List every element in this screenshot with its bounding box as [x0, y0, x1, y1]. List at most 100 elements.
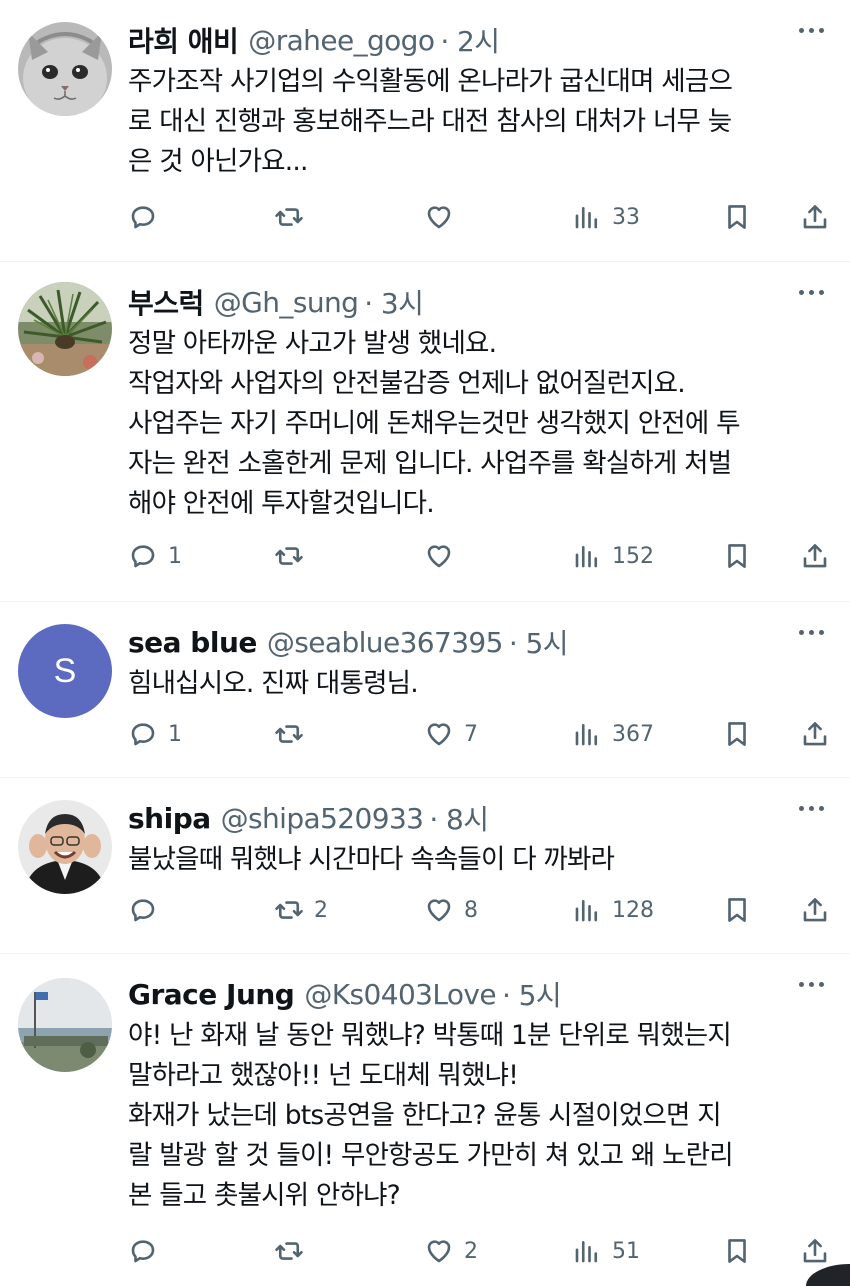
share-button[interactable]	[800, 536, 830, 576]
like-button[interactable]: 7	[424, 714, 478, 754]
seaside-flag-avatar-image	[18, 978, 112, 1072]
avatar[interactable]	[18, 282, 112, 376]
timestamp[interactable]: · 8시	[429, 798, 489, 838]
bookmark-button[interactable]	[722, 536, 752, 576]
reply-button[interactable]	[128, 1231, 168, 1271]
bookmark-button[interactable]	[722, 890, 752, 930]
analytics-icon	[575, 545, 598, 568]
user-name[interactable]: Grace Jung	[128, 978, 295, 1011]
tweet-header: Grace Jung @Ks0403Love · 5시	[128, 972, 824, 1016]
user-handle[interactable]: @Ks0403Love	[304, 978, 496, 1011]
tweet-content: shipa @shipa520933 · 8시 불났을때 뭐했냐 시간마다 속속…	[128, 796, 824, 880]
user-handle[interactable]: @shipa520933	[221, 802, 424, 835]
reply-count: 1	[168, 543, 182, 569]
analytics-icon	[575, 206, 598, 229]
reply-icon	[131, 899, 155, 922]
user-name[interactable]: shipa	[128, 802, 211, 835]
heart-icon	[427, 1240, 451, 1263]
views-button[interactable]: 51	[572, 1231, 640, 1271]
more-options-icon[interactable]	[799, 982, 824, 987]
tweet-item[interactable]: S sea blue @seablue367395 · 5시 힘내십시오. 진짜…	[0, 602, 850, 778]
like-button[interactable]: 8	[424, 890, 478, 930]
like-button[interactable]	[424, 536, 464, 576]
tweet-item[interactable]: Grace Jung @Ks0403Love · 5시 야! 난 화재 날 동안…	[0, 954, 850, 1286]
tweet-actions: 1 152	[128, 536, 828, 576]
reply-icon	[131, 206, 155, 229]
more-options-icon[interactable]	[799, 290, 824, 295]
bookmark-icon	[728, 898, 746, 922]
retweet-button[interactable]	[274, 714, 314, 754]
avatar[interactable]: S	[18, 624, 112, 718]
reply-button[interactable]	[128, 197, 168, 237]
retweet-button[interactable]	[274, 197, 314, 237]
heart-icon	[427, 545, 451, 568]
views-button[interactable]: 152	[572, 536, 654, 576]
tweet-header: sea blue @seablue367395 · 5시	[128, 620, 824, 664]
like-count: 2	[464, 1238, 478, 1264]
bookmark-icon	[728, 722, 746, 746]
tweet-text: 불났을때 뭐했냐 시간마다 속속들이 다 까봐라	[128, 844, 615, 875]
user-name[interactable]: 라희 애비	[128, 20, 239, 60]
share-button[interactable]	[800, 890, 830, 930]
like-button[interactable]	[424, 197, 464, 237]
user-handle[interactable]: @Gh_sung	[214, 286, 359, 319]
more-options-icon[interactable]	[799, 630, 824, 635]
retweet-button[interactable]	[274, 1231, 314, 1271]
timestamp[interactable]: · 2시	[440, 20, 500, 60]
more-options-icon[interactable]	[799, 806, 824, 811]
tweet-header: 부스럭 @Gh_sung · 3시	[128, 280, 824, 324]
bookmark-button[interactable]	[722, 197, 752, 237]
tweet-item[interactable]: shipa @shipa520933 · 8시 불났을때 뭐했냐 시간마다 속속…	[0, 778, 850, 954]
like-count: 8	[464, 897, 478, 923]
retweet-button[interactable]: 2	[274, 890, 328, 930]
retweet-icon	[275, 725, 303, 743]
user-name[interactable]: sea blue	[128, 626, 257, 659]
palm-plant-avatar-image	[18, 282, 112, 376]
timestamp[interactable]: · 5시	[502, 974, 562, 1014]
views-button[interactable]: 367	[572, 714, 654, 754]
avatar[interactable]	[18, 800, 112, 894]
tweet-text: 힘내십시오. 진짜 대통령님.	[128, 668, 419, 699]
timestamp[interactable]: · 3시	[364, 282, 424, 322]
heart-icon	[427, 899, 451, 922]
retweet-button[interactable]	[274, 536, 314, 576]
share-icon	[803, 1239, 827, 1263]
view-count: 367	[612, 721, 654, 747]
avatar[interactable]	[18, 22, 112, 116]
retweet-icon	[275, 547, 303, 565]
tweet-feed: 라희 애비 @rahee_gogo · 2시 주가조작 사기업의 수익활동에 온…	[0, 0, 850, 1286]
tweet-header: shipa @shipa520933 · 8시	[128, 796, 824, 840]
reply-button[interactable]	[128, 890, 168, 930]
share-button[interactable]	[800, 1231, 830, 1271]
user-name[interactable]: 부스럭	[128, 282, 204, 322]
like-button[interactable]: 2	[424, 1231, 478, 1271]
share-button[interactable]	[800, 197, 830, 237]
reply-icon	[131, 545, 155, 568]
view-count: 128	[612, 897, 654, 923]
retweet-icon	[275, 1242, 303, 1260]
views-button[interactable]: 33	[572, 197, 640, 237]
cat-avatar-image	[18, 22, 112, 116]
tweet-item[interactable]: 부스럭 @Gh_sung · 3시 정말 아타까운 사고가 발생 했네요. 작업…	[0, 262, 850, 602]
bookmark-button[interactable]	[722, 1231, 752, 1271]
retweet-icon	[275, 901, 303, 919]
reply-button[interactable]: 1	[128, 714, 182, 754]
bookmark-button[interactable]	[722, 714, 752, 754]
share-button[interactable]	[800, 714, 830, 754]
share-icon	[803, 544, 827, 568]
avatar[interactable]	[18, 978, 112, 1072]
timestamp[interactable]: · 5시	[509, 622, 569, 662]
more-options-icon[interactable]	[799, 28, 824, 33]
views-button[interactable]: 128	[572, 890, 654, 930]
tweet-actions: 2 51	[128, 1231, 828, 1271]
retweet-count: 2	[314, 897, 328, 923]
retweet-icon	[275, 208, 303, 226]
user-handle[interactable]: @seablue367395	[267, 626, 504, 659]
tweet-actions: 1 7 367	[128, 714, 828, 754]
tweet-text: 주가조작 사기업의 수익활동에 온나라가 굽신대며 세금으 로 대신 진행과 홍…	[128, 66, 733, 177]
view-count: 33	[612, 204, 640, 230]
tweet-item[interactable]: 라희 애비 @rahee_gogo · 2시 주가조작 사기업의 수익활동에 온…	[0, 0, 850, 262]
user-handle[interactable]: @rahee_gogo	[248, 24, 435, 57]
share-icon	[803, 205, 827, 229]
reply-button[interactable]: 1	[128, 536, 182, 576]
